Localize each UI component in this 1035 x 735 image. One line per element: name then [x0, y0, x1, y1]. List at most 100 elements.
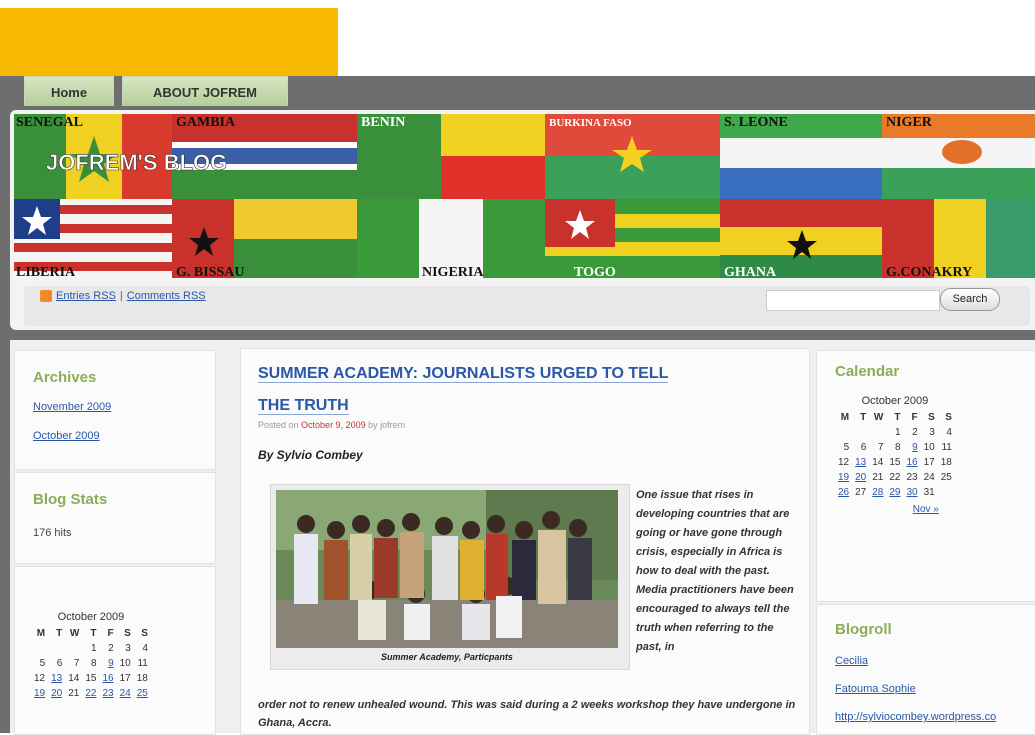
right-calendar: October 2009 M T W T F S S 1 2 3 4 5 6 7 8 9 10 11 12 13 14 1… [835, 395, 955, 515]
calendar-weekday: T [56, 628, 63, 639]
calendar-day-link[interactable]: 29 [889, 487, 900, 498]
archives-widget: Archives November 2009 October 2009 [14, 350, 216, 470]
calendar-weekday: S [124, 628, 131, 639]
calendar-weekday: F [911, 412, 918, 423]
archive-link[interactable]: November 2009 [33, 401, 111, 413]
calendar-day: 6 [860, 442, 867, 453]
calendar-day-link[interactable]: 26 [838, 487, 849, 498]
calendar-day: 12 [838, 457, 850, 468]
calendar-day: 21 [68, 688, 80, 699]
blogroll-link[interactable]: http://sylviocombey.wordpress.co [835, 711, 1035, 723]
calendar-day[interactable]: 16 [100, 671, 117, 686]
left-calendar-widget: October 2009 M T W T F S S 1 2 3 4 5 6 7 8 9 10 11 12 13 14 1… [14, 566, 216, 735]
calendar-day: 14 [872, 457, 884, 468]
calendar-weekday: W [873, 412, 884, 423]
calendar-day[interactable]: 20 [48, 686, 65, 701]
blogroll-title: Blogroll [835, 621, 892, 638]
calendar-day [65, 641, 82, 656]
post-title-line[interactable]: SUMMER ACADEMY: JOURNALISTS URGED TO TEL… [258, 365, 669, 383]
calendar-day[interactable]: 9 [100, 656, 117, 671]
blogroll-link[interactable]: Cecilia [835, 655, 868, 667]
calendar-day: 12 [34, 673, 46, 684]
calendar-day-link[interactable]: 22 [85, 688, 96, 699]
calendar-day: 10 [119, 658, 131, 669]
calendar-weekday: F [107, 628, 114, 639]
calendar-day[interactable]: 19 [31, 686, 48, 701]
post-author[interactable]: by jofrem [368, 420, 405, 430]
calendar-day-link[interactable]: 25 [137, 688, 148, 699]
calendar-day-link[interactable]: 13 [855, 457, 866, 468]
calendar-caption: October 2009 [861, 395, 929, 407]
post-title-line[interactable]: THE TRUTH [258, 397, 349, 415]
flag-label: BURKINA FASO [549, 117, 632, 129]
calendar-day: 11 [137, 658, 148, 669]
calendar-weekday: T [894, 412, 901, 423]
calendar-day: 2 [108, 643, 114, 654]
calendar-day [852, 425, 869, 440]
calendar-day-link[interactable]: 30 [907, 487, 918, 498]
next-month-link[interactable]: Nov » [913, 504, 939, 515]
post-title[interactable]: SUMMER ACADEMY: JOURNALISTS URGED TO TEL… [258, 358, 758, 422]
archive-link[interactable]: October 2009 [33, 430, 100, 442]
calendar-day-link[interactable]: 16 [907, 457, 918, 468]
calendar-day: 31 [923, 487, 935, 498]
calendar-day-link[interactable]: 20 [51, 688, 62, 699]
search-button[interactable]: Search [940, 288, 1000, 311]
calendar-day: 18 [940, 457, 952, 468]
blog-title[interactable]: JOFREM'S BLOG [46, 150, 228, 176]
rss-separator: | [119, 290, 123, 302]
calendar-day[interactable]: 13 [48, 671, 65, 686]
calendar-day-link[interactable]: 9 [108, 658, 114, 669]
calendar-day[interactable]: 28 [869, 485, 886, 500]
flag-label: GHANA [724, 265, 777, 278]
calendar-weekday: S [141, 628, 148, 639]
post-meta: Posted on October 9, 2009 by jofrem [258, 420, 405, 430]
calendar-day: 6 [56, 658, 63, 669]
calendar-day-link[interactable]: 28 [872, 487, 883, 498]
nav-about-tab[interactable]: ABOUT JOFREM [122, 76, 288, 106]
calendar-day-link[interactable]: 19 [34, 688, 45, 699]
calendar-day-link[interactable]: 20 [855, 472, 866, 483]
calendar-day[interactable]: 22 [82, 686, 99, 701]
entries-rss-link[interactable]: Entries RSS [56, 290, 116, 302]
calendar-day: 22 [889, 472, 901, 483]
calendar-day-link[interactable]: 24 [120, 688, 131, 699]
post-meta-prefix: Posted on [258, 420, 299, 430]
calendar-day: 24 [923, 472, 935, 483]
calendar-day[interactable]: 16 [904, 455, 921, 470]
calendar-day: 4 [142, 643, 148, 654]
calendar-day[interactable]: 30 [904, 485, 921, 500]
calendar-day[interactable]: 29 [886, 485, 903, 500]
calendar-day[interactable]: 9 [904, 440, 921, 455]
flag-label: G.CONAKRY [886, 265, 972, 278]
post-intro-text: One issue that rises in developing count… [636, 489, 794, 653]
rss-icon [40, 290, 52, 302]
calendar-day[interactable]: 13 [852, 455, 869, 470]
blogroll-link[interactable]: Fatouma Sophie [835, 683, 916, 695]
calendar-day-link[interactable]: 13 [51, 673, 62, 684]
comments-rss-link[interactable]: Comments RSS [127, 290, 206, 302]
calendar-weekday: S [928, 412, 935, 423]
calendar-day[interactable]: 26 [835, 485, 852, 500]
calendar-weekday: M [840, 412, 850, 423]
calendar-day [48, 641, 65, 656]
calendar-day-link[interactable]: 19 [838, 472, 849, 483]
calendar-day-link[interactable]: 23 [103, 688, 114, 699]
calendar-weekday: T [860, 412, 867, 423]
rss-links: Entries RSS | Comments RSS [40, 290, 206, 302]
calendar-day: 1 [894, 427, 901, 438]
calendar-day-link[interactable]: 9 [912, 442, 918, 453]
calendar-day-link[interactable]: 16 [103, 673, 114, 684]
calendar-table: M T W T F S S 1 2 3 4 5 6 7 8 9 10 11 12 13 14 15 16 17 18 19 20 21… [835, 410, 955, 500]
calendar-day[interactable]: 20 [852, 470, 869, 485]
calendar-day[interactable]: 24 [117, 686, 134, 701]
calendar-day[interactable]: 25 [134, 686, 151, 701]
search-input[interactable] [766, 290, 940, 311]
calendar-day[interactable]: 23 [100, 686, 117, 701]
calendar-day[interactable]: 19 [835, 470, 852, 485]
calendar-day: 15 [889, 457, 901, 468]
flag-label: NIGER [886, 115, 933, 130]
calendar-title: Calendar [835, 363, 900, 380]
post-date-link[interactable]: October 9, 2009 [301, 420, 366, 430]
nav-home-tab[interactable]: Home [24, 76, 114, 106]
